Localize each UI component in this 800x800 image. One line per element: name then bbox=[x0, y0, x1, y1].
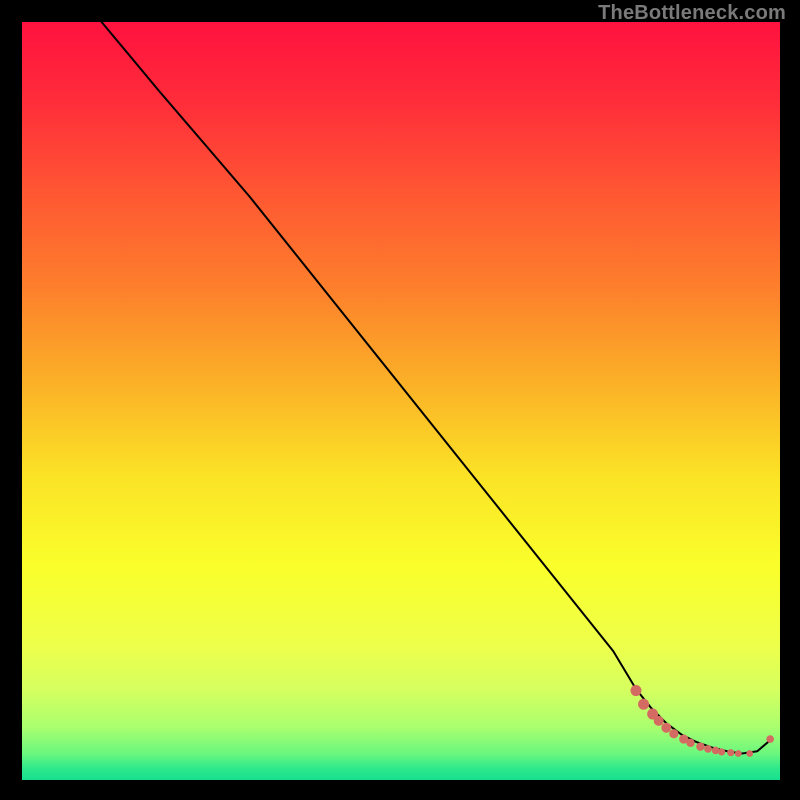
chart-marker bbox=[766, 735, 774, 743]
chart-marker bbox=[661, 723, 671, 733]
chart-marker bbox=[654, 716, 664, 726]
chart-marker bbox=[746, 750, 753, 757]
chart-svg bbox=[0, 0, 800, 800]
chart-marker bbox=[669, 729, 678, 738]
chart-marker bbox=[686, 739, 694, 747]
chart-marker bbox=[630, 685, 641, 696]
chart-marker bbox=[704, 745, 712, 753]
chart-marker bbox=[638, 699, 649, 710]
chart-stage: TheBottleneck.com bbox=[0, 0, 800, 800]
watermark-text: TheBottleneck.com bbox=[598, 2, 786, 25]
chart-marker bbox=[718, 748, 725, 755]
chart-marker bbox=[735, 750, 742, 757]
chart-marker bbox=[696, 742, 704, 750]
plot-background bbox=[22, 22, 780, 780]
chart-marker bbox=[727, 749, 734, 756]
